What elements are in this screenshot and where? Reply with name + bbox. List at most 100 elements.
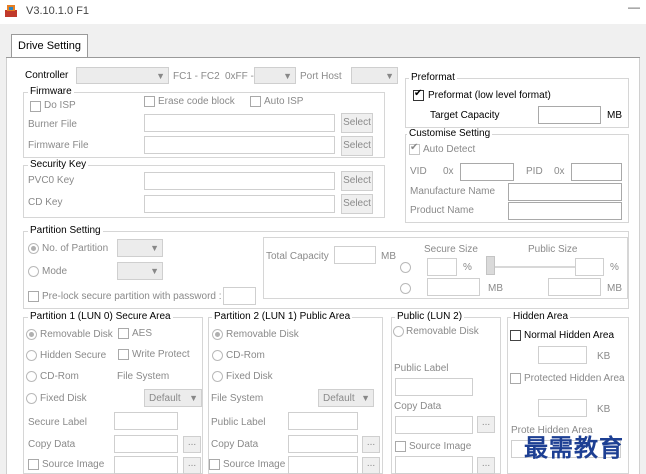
- lun2-copy-data-browse-button[interactable]: ...: [477, 416, 495, 433]
- prelock-password-input[interactable]: [223, 287, 256, 305]
- pvc0-key-input[interactable]: [144, 172, 335, 190]
- hex-select[interactable]: ▼: [254, 67, 296, 84]
- secure-mb-input[interactable]: [427, 278, 480, 296]
- lun2-source-image-browse-button[interactable]: ...: [477, 457, 495, 474]
- lun1-removable-disk-radio[interactable]: [212, 329, 223, 340]
- lun2-removable-disk-radio[interactable]: [393, 326, 404, 337]
- erase-code-block-checkbox[interactable]: [144, 96, 155, 107]
- preformat-label: Preformat (low level format): [428, 90, 551, 101]
- cd-key-input[interactable]: [144, 195, 335, 213]
- no-of-partition-select[interactable]: ▼: [117, 239, 163, 257]
- lun0-source-image-checkbox[interactable]: [28, 459, 39, 470]
- size-percent-radio[interactable]: [400, 262, 411, 273]
- target-capacity-input[interactable]: [538, 106, 601, 124]
- lun0-source-image-browse-button[interactable]: ...: [183, 457, 201, 474]
- normal-hidden-size-unit: KB: [597, 351, 611, 362]
- size-slider-track[interactable]: [490, 266, 575, 268]
- lun1-removable-disk-label: Removable Disk: [226, 329, 299, 340]
- partition-setting-title: Partition Setting: [28, 225, 103, 237]
- lun0-file-system-select[interactable]: Default ▼: [144, 389, 202, 407]
- secure-label-input[interactable]: [114, 412, 178, 430]
- lun1-source-image-browse-button[interactable]: ...: [362, 457, 380, 474]
- controller-label: Controller: [25, 70, 69, 81]
- normal-hidden-area-checkbox[interactable]: [510, 330, 521, 341]
- lun1-public-label-input[interactable]: [288, 412, 358, 430]
- lun2-public-label-input[interactable]: [395, 378, 473, 396]
- burner-file-select-button[interactable]: Select: [341, 113, 373, 133]
- auto-isp-checkbox[interactable]: [250, 96, 261, 107]
- hidden-secure-radio[interactable]: [26, 350, 37, 361]
- lun0-cd-rom-label: CD-Rom: [40, 371, 79, 382]
- lun0-source-image-input[interactable]: [114, 456, 178, 474]
- lun0-removable-disk-radio[interactable]: [26, 329, 37, 340]
- lun1-file-system-select[interactable]: Default ▼: [318, 389, 374, 407]
- normal-hidden-size-input[interactable]: [538, 346, 587, 364]
- manufacture-name-input[interactable]: [508, 183, 622, 201]
- chevron-down-icon: ▼: [150, 243, 159, 253]
- burner-file-input[interactable]: [144, 114, 335, 132]
- erase-code-block-label: Erase code block: [158, 96, 235, 107]
- lun1-copy-data-browse-button[interactable]: ...: [362, 436, 380, 453]
- mode-select[interactable]: ▼: [117, 262, 163, 280]
- lun0-copy-data-label: Copy Data: [28, 439, 76, 450]
- secure-label-label: Secure Label: [28, 417, 87, 428]
- public-mb-unit: MB: [607, 283, 622, 294]
- lun2-source-image-input[interactable]: [395, 456, 473, 474]
- preformat-checkbox[interactable]: ✔: [413, 88, 424, 101]
- public-mb-input[interactable]: [548, 278, 601, 296]
- lun0-copy-data-browse-button[interactable]: ...: [183, 436, 201, 453]
- no-of-partition-radio[interactable]: [28, 243, 39, 254]
- pvc0-key-select-button[interactable]: Select: [341, 171, 373, 191]
- burner-file-label: Burner File: [28, 119, 77, 130]
- cd-key-label: CD Key: [28, 197, 63, 208]
- firmware-file-select-button[interactable]: Select: [341, 136, 373, 156]
- prelock-checkbox[interactable]: [28, 291, 39, 302]
- lun1-source-image-input[interactable]: [288, 456, 358, 474]
- lun0-source-image-label: Source Image: [42, 459, 105, 470]
- vid-input[interactable]: [460, 163, 514, 181]
- auto-detect-label: Auto Detect: [423, 144, 476, 155]
- size-mb-radio[interactable]: [400, 283, 411, 294]
- lun0-fixed-disk-radio[interactable]: [26, 393, 37, 404]
- product-name-input[interactable]: [508, 202, 622, 220]
- firmware-file-label: Firmware File: [28, 140, 89, 151]
- lun1-fixed-disk-radio[interactable]: [212, 371, 223, 382]
- tab-drive-setting[interactable]: Drive Setting: [11, 34, 88, 57]
- firmware-file-input[interactable]: [144, 136, 335, 154]
- lun1-cd-rom-radio[interactable]: [212, 350, 223, 361]
- minimize-button[interactable]: —: [627, 1, 641, 16]
- total-capacity-input[interactable]: [334, 246, 376, 264]
- port-select[interactable]: ▼: [351, 67, 398, 84]
- auto-detect-checkbox[interactable]: ✔: [409, 142, 420, 155]
- aes-checkbox[interactable]: [118, 328, 129, 339]
- app-icon: [5, 5, 17, 17]
- write-protect-checkbox[interactable]: [118, 349, 129, 360]
- controller-select[interactable]: ▼: [76, 67, 169, 84]
- chevron-down-icon: ▼: [361, 393, 370, 403]
- chevron-down-icon: ▼: [283, 70, 292, 81]
- lun2-source-image-checkbox[interactable]: [395, 441, 406, 452]
- pid-label: PID: [526, 166, 543, 177]
- chevron-down-icon: ▼: [150, 266, 159, 276]
- chevron-down-icon: ▼: [385, 70, 394, 81]
- do-isp-checkbox[interactable]: [30, 101, 41, 112]
- port-host-label: Port Host: [300, 71, 342, 82]
- size-slider-thumb[interactable]: [486, 256, 495, 275]
- protected-hidden-area-checkbox[interactable]: [510, 373, 521, 384]
- lun1-fixed-disk-label: Fixed Disk: [226, 371, 273, 382]
- cd-key-select-button[interactable]: Select: [341, 194, 373, 214]
- lun1-source-image-checkbox[interactable]: [209, 459, 220, 470]
- watermark-text: 最需教育: [524, 433, 624, 462]
- pid-input[interactable]: [571, 163, 622, 181]
- lun1-copy-data-input[interactable]: [288, 435, 358, 453]
- secure-percent-input[interactable]: [427, 258, 457, 276]
- lun0-cd-rom-radio[interactable]: [26, 371, 37, 382]
- public-label-label: Public Label: [211, 417, 266, 428]
- protected-hidden-size-input[interactable]: [538, 399, 587, 417]
- public-percent-input[interactable]: [575, 258, 604, 276]
- lun2-copy-data-input[interactable]: [395, 416, 473, 434]
- mode-radio[interactable]: [28, 266, 39, 277]
- lun0-title: Partition 1 (LUN 0) Secure Area: [28, 311, 173, 323]
- lun0-copy-data-input[interactable]: [114, 435, 178, 453]
- lun2-public-label-label: Public Label: [394, 363, 449, 374]
